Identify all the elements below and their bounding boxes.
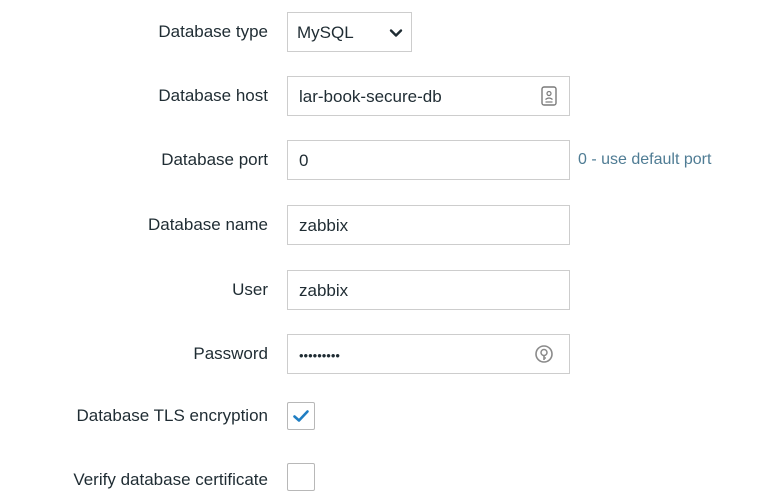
user-label: User: [232, 280, 268, 299]
contact-card-icon[interactable]: [540, 86, 558, 106]
db-port-label: Database port: [161, 150, 268, 169]
chevron-down-icon: [389, 29, 403, 37]
db-name-input[interactable]: zabbix: [287, 205, 570, 245]
db-port-input[interactable]: 0: [287, 140, 570, 180]
tls-checkbox[interactable]: [287, 402, 315, 430]
user-value: zabbix: [299, 281, 349, 300]
db-name-value: zabbix: [299, 216, 349, 235]
db-name-label: Database name: [147, 215, 268, 234]
checkmark-icon: [293, 410, 309, 422]
db-port-hint: 0 - use default port: [578, 151, 712, 168]
key-icon[interactable]: [534, 344, 554, 366]
db-type-value: MySQL: [297, 23, 354, 42]
verify-cert-checkbox[interactable]: [287, 463, 315, 491]
password-input[interactable]: •••••••••: [287, 334, 570, 374]
db-host-input[interactable]: lar-book-secure-db: [287, 76, 570, 116]
db-type-label: Database type: [158, 22, 268, 41]
password-value: •••••••••: [299, 348, 340, 363]
db-type-select[interactable]: MySQL: [287, 12, 412, 52]
db-host-label: Database host: [158, 86, 268, 105]
db-host-value: lar-book-secure-db: [299, 87, 442, 106]
password-label: Password: [193, 344, 268, 363]
database-settings-form: Database type MySQL Database host lar-bo…: [0, 0, 766, 493]
db-port-value: 0: [299, 151, 309, 170]
verify-cert-label: Verify database certificate: [73, 470, 268, 489]
tls-label: Database TLS encryption: [76, 406, 268, 425]
user-input[interactable]: zabbix: [287, 270, 570, 310]
